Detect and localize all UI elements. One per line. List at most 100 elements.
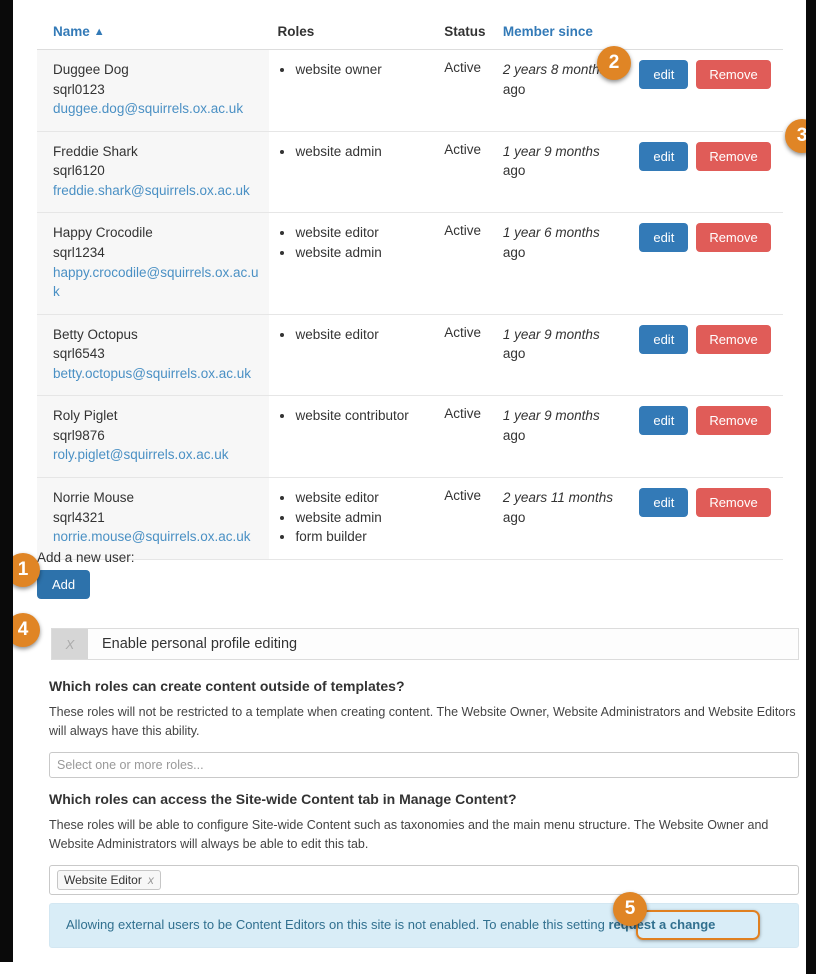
cell-user-status: Active (444, 324, 482, 340)
cell-user-status: Active (444, 488, 482, 503)
remove-user-button[interactable]: Remove (696, 141, 771, 171)
user-role-item: website admin (295, 508, 428, 528)
user-email[interactable]: freddie.shark@squirrels.ox.ac.uk (53, 181, 261, 201)
callout-badge-5: 5 (613, 892, 647, 926)
member-since-duration: 1 year 9 months (502, 143, 600, 159)
section-sitewide-content-tab-access: Which roles can access the Site-wide Con… (49, 791, 799, 895)
cell-member-since: 1 year 6 months ago (495, 213, 631, 314)
user-roles-list: website editorwebsite adminform builder (277, 488, 428, 547)
column-header-status: Status (436, 18, 495, 50)
page-content: Name ▲ Roles Status Member since Duggee D… (13, 0, 806, 974)
member-since-suffix: ago (502, 81, 526, 97)
member-since-duration: 1 year 9 months (502, 408, 600, 424)
user-role-item: website owner (295, 60, 428, 80)
caret-up-icon: ▲ (93, 26, 105, 38)
edit-user-button[interactable]: edit (639, 141, 689, 171)
user-roles-list: website contributor (277, 406, 428, 426)
right-edge-gutter (806, 0, 816, 974)
cell-user-roles: website owner (269, 50, 436, 132)
external-users-info-alert: Allowing external users to be Content Ed… (49, 903, 799, 948)
user-email[interactable]: duggee.dog@squirrels.ox.ac.uk (53, 99, 261, 119)
cell-user-identity: Roly Piglet sqrl9876 roly.piglet@squirrels… (37, 395, 270, 478)
member-since-suffix: ago (502, 427, 526, 443)
remove-user-button[interactable]: Remove (696, 488, 771, 517)
roles-select-create-content[interactable]: Select one or more roles... (49, 751, 799, 778)
cell-user-status: Active (444, 60, 482, 75)
user-roles-list: website owner (277, 60, 428, 80)
user-role-item: website editor (295, 488, 428, 508)
left-edge-gutter (0, 0, 13, 962)
cell-user-status: Active (444, 406, 482, 422)
user-full-name: Freddie Shark (53, 143, 138, 159)
selected-role-tag[interactable]: Website Editor x (57, 869, 161, 890)
enable-personal-profile-editing-row[interactable]: X Enable personal profile editing (51, 628, 799, 660)
remove-tag-icon[interactable]: x (148, 873, 154, 887)
section-title: Which roles can access the Site-wide Con… (49, 791, 517, 807)
user-sso-id: sqrl9876 (53, 427, 105, 443)
table-row: Happy Crocodile sqrl1234 happy.crocodile@s… (37, 212, 783, 315)
edit-user-button[interactable]: edit (639, 324, 689, 354)
alert-text: Allowing external users to be Content Ed… (66, 917, 609, 932)
edit-user-button[interactable]: edit (639, 223, 689, 253)
column-header-name[interactable]: Name ▲ (37, 18, 270, 50)
table-head: Name ▲ Roles Status Member since (37, 18, 783, 50)
table-row: Roly Piglet sqrl9876 roly.piglet@squirrels… (37, 395, 783, 478)
user-role-item: form builder (295, 527, 428, 547)
add-user-button[interactable]: Add (37, 570, 91, 599)
user-sso-id: sqrl0123 (53, 81, 105, 97)
edit-user-button[interactable]: edit (639, 406, 689, 436)
user-email[interactable]: happy.crocodile@squirrels.ox.ac.uk (53, 263, 261, 302)
table-row: Duggee Dog sqrl0123 duggee.dog@squirrels.o… (37, 49, 783, 132)
cell-row-actions: edit Remove (631, 50, 783, 132)
member-since-duration: 1 year 6 months (502, 225, 600, 241)
user-roles-list: website editorwebsite admin (277, 223, 428, 262)
cell-member-since: 2 years 11 months ago (495, 478, 631, 560)
add-user-label: Add a new user: (37, 550, 135, 565)
user-full-name: Norrie Mouse (53, 490, 135, 505)
cell-user-roles: website contributor (269, 396, 436, 478)
user-roles-list: website editor (277, 325, 428, 345)
cell-user-roles: website admin (269, 131, 436, 213)
column-header-actions (631, 18, 783, 50)
user-email[interactable]: betty.octopus@squirrels.ox.ac.uk (53, 364, 261, 384)
cell-user-roles: website editor (269, 314, 436, 396)
member-since-suffix: ago (502, 163, 526, 179)
remove-user-button[interactable]: Remove (696, 406, 771, 436)
user-email[interactable]: norrie.mouse@squirrels.ox.ac.uk (53, 527, 261, 547)
cell-row-actions: edit Remove (631, 131, 783, 213)
cell-user-status: Active (444, 223, 482, 239)
select-placeholder: Select one or more roles... (57, 757, 204, 772)
cell-user-identity: Betty Octopus sqrl6543 betty.octopus@squir… (37, 314, 270, 396)
user-sso-id: sqrl1234 (53, 244, 105, 260)
user-sso-id: sqrl6543 (53, 346, 105, 362)
edit-user-button[interactable]: edit (639, 60, 689, 89)
table-header-row: Name ▲ Roles Status Member since (37, 18, 783, 50)
cell-row-actions: edit Remove (631, 478, 783, 560)
site-users-table: Name ▲ Roles Status Member since Duggee D… (37, 18, 783, 560)
cell-user-identity: Happy Crocodile sqrl1234 happy.crocodile@s… (37, 212, 270, 315)
cell-row-actions: edit Remove (631, 213, 783, 314)
user-role-item: website editor (295, 325, 428, 345)
cell-row-actions: edit Remove (631, 314, 783, 396)
user-role-item: website editor (295, 223, 428, 243)
cell-member-since: 1 year 9 months ago (495, 396, 631, 478)
remove-user-button[interactable]: Remove (696, 60, 771, 89)
remove-user-button[interactable]: Remove (696, 223, 771, 253)
remove-user-button[interactable]: Remove (696, 324, 771, 354)
roles-select-sitewide-content[interactable]: Website Editor x (49, 864, 799, 895)
user-sso-id: sqrl6120 (53, 163, 105, 179)
user-email[interactable]: roly.piglet@squirrels.ox.ac.uk (53, 445, 261, 465)
column-header-member-since[interactable]: Member since (494, 18, 632, 50)
column-header-roles: Roles (269, 18, 437, 50)
user-sso-id: sqrl4321 (53, 509, 105, 525)
table-row: Betty Octopus sqrl6543 betty.octopus@squir… (37, 314, 783, 396)
edit-user-button[interactable]: edit (639, 488, 689, 517)
member-since-suffix: ago (502, 346, 526, 362)
section-title: Which roles can create content outside o… (49, 678, 405, 694)
section-description: These roles will not be restricted to a … (49, 705, 796, 738)
member-since-duration: 2 years 11 months (502, 490, 613, 505)
user-role-item: website contributor (295, 406, 428, 426)
toggle-state-icon[interactable]: X (52, 629, 88, 659)
cell-row-actions: edit Remove (631, 396, 783, 478)
user-full-name: Betty Octopus (53, 326, 138, 342)
